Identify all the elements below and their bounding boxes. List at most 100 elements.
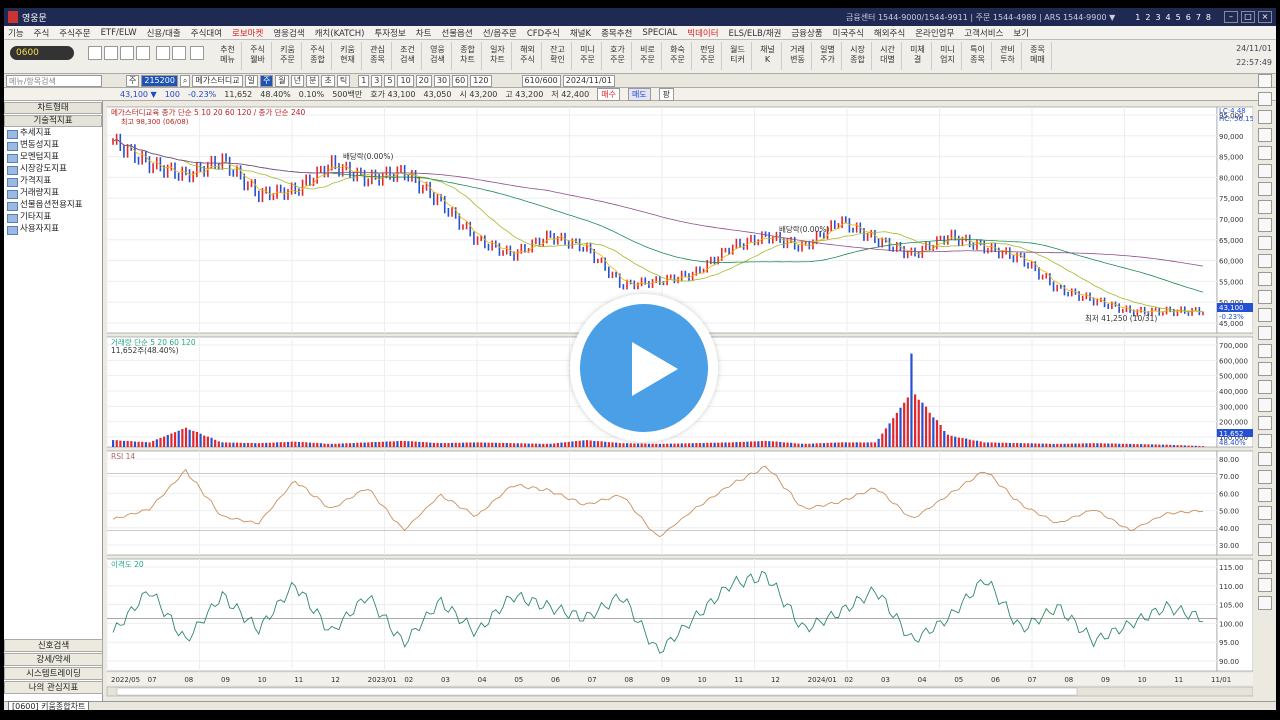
gear-icon[interactable] bbox=[190, 46, 204, 60]
page-2[interactable]: 2 bbox=[1145, 13, 1150, 22]
quick-button[interactable]: 채널 K bbox=[754, 42, 782, 70]
indicator-folder[interactable]: 기타지표 bbox=[4, 211, 102, 223]
period-년[interactable]: 년 bbox=[290, 74, 305, 87]
period-초[interactable]: 초 bbox=[321, 74, 335, 87]
tool-icon[interactable] bbox=[1258, 380, 1272, 394]
page-1[interactable]: 1 bbox=[1135, 13, 1140, 22]
menu-item[interactable]: 영웅검색 bbox=[273, 27, 304, 39]
pencil-icon[interactable] bbox=[104, 46, 118, 60]
tool-icon[interactable] bbox=[1258, 452, 1272, 466]
quick-button[interactable]: 키움 현재 bbox=[334, 42, 362, 70]
indicator-folder[interactable]: 거래량지표 bbox=[4, 187, 102, 199]
tool-icon[interactable] bbox=[1258, 416, 1272, 430]
count-30[interactable]: 30 bbox=[433, 74, 451, 87]
tool-icon[interactable] bbox=[1258, 488, 1272, 502]
quick-button[interactable]: 월드 티커 bbox=[724, 42, 752, 70]
quick-button[interactable]: 추천 메뉴 bbox=[214, 42, 242, 70]
quick-button[interactable]: 키움 주문 bbox=[274, 42, 302, 70]
quick-button[interactable]: 종목 메매 bbox=[1024, 42, 1052, 70]
period-select[interactable]: 주 bbox=[126, 74, 140, 87]
quick-button[interactable]: 시장 종합 bbox=[844, 42, 872, 70]
quick-button[interactable]: 관비 투하 bbox=[994, 42, 1022, 70]
system-trading-button[interactable]: 시스템트레이딩 bbox=[4, 667, 103, 680]
menu-item[interactable]: 주식대여 bbox=[191, 27, 222, 39]
menu-item[interactable]: 금융상품 bbox=[791, 27, 822, 39]
quick-button[interactable]: 거래 변동 bbox=[784, 42, 812, 70]
menu-item[interactable]: 채널K bbox=[570, 27, 591, 39]
tool-icon[interactable] bbox=[1258, 542, 1272, 556]
tool-icon[interactable] bbox=[1258, 506, 1272, 520]
bar-count-input[interactable]: 610/600 bbox=[521, 74, 561, 87]
tool-icon[interactable] bbox=[1258, 128, 1272, 142]
page-4[interactable]: 4 bbox=[1166, 13, 1171, 22]
tool-icon[interactable] bbox=[1258, 308, 1272, 322]
quick-button[interactable]: 호가 주문 bbox=[604, 42, 632, 70]
count-10[interactable]: 10 bbox=[397, 74, 414, 87]
indicator-folder[interactable]: 선물옵션전용지표 bbox=[4, 199, 102, 211]
indicator-folder[interactable]: 추세지표 bbox=[4, 127, 102, 139]
tool-icon[interactable] bbox=[1258, 434, 1272, 448]
indicator-folder[interactable]: 모멘텀지표 bbox=[4, 151, 102, 163]
tool-icon[interactable] bbox=[1258, 200, 1272, 214]
menu-item[interactable]: SPECIAL bbox=[642, 28, 677, 38]
tool-icon[interactable] bbox=[1258, 470, 1272, 484]
menu-search-input[interactable]: 메뉴/항목검색 bbox=[6, 74, 102, 87]
count-3[interactable]: 3 bbox=[371, 74, 383, 87]
stop-icon[interactable] bbox=[172, 46, 186, 60]
lock-icon[interactable] bbox=[120, 46, 134, 60]
sell-button[interactable]: 매도 bbox=[627, 87, 651, 101]
quick-button[interactable]: 미체 결 bbox=[904, 42, 932, 70]
period-월[interactable]: 월 bbox=[275, 74, 289, 87]
minimize-icon[interactable]: – bbox=[1224, 11, 1238, 23]
indicator-folder[interactable]: 가격지표 bbox=[4, 175, 102, 187]
menu-item[interactable]: 종목추천 bbox=[601, 27, 632, 39]
tool-icon[interactable] bbox=[1258, 110, 1272, 124]
quick-button[interactable]: 주식 웰바 bbox=[244, 42, 272, 70]
menu-item[interactable]: 주식주문 bbox=[59, 27, 90, 39]
quick-button[interactable]: 종합 차트 bbox=[454, 42, 482, 70]
my-indicators-button[interactable]: 나의 관심지표 bbox=[4, 681, 103, 694]
folder-icon[interactable] bbox=[88, 46, 102, 60]
tool-icon[interactable] bbox=[1258, 326, 1272, 340]
menu-item[interactable]: 신용/대출 bbox=[147, 27, 181, 39]
tool-icon[interactable] bbox=[1258, 74, 1272, 88]
quick-button[interactable]: 관심 종목 bbox=[364, 42, 392, 70]
menu-item[interactable]: 투자정보 bbox=[374, 27, 405, 39]
tool-icon[interactable] bbox=[1258, 578, 1272, 592]
screen-code-input[interactable]: 0600 bbox=[10, 46, 74, 60]
menu-item[interactable]: 미국주식 bbox=[833, 27, 864, 39]
menu-item[interactable]: 빅데이터 bbox=[687, 27, 718, 39]
buy-button[interactable]: 매수 bbox=[597, 87, 620, 101]
tool-icon[interactable] bbox=[1258, 218, 1272, 232]
menu-item[interactable]: 고객서비스 bbox=[964, 27, 1003, 39]
tool-icon[interactable] bbox=[1258, 182, 1272, 196]
page-3[interactable]: 3 bbox=[1155, 13, 1160, 22]
count-60[interactable]: 60 bbox=[452, 74, 469, 87]
tool-icon[interactable] bbox=[1258, 290, 1272, 304]
tool-icon[interactable] bbox=[1258, 146, 1272, 160]
tool-icon[interactable] bbox=[1258, 344, 1272, 358]
menu-item[interactable]: 기능 bbox=[8, 27, 24, 39]
search-icon[interactable]: ⌕ bbox=[179, 74, 191, 87]
quick-button[interactable]: 일별 주가 bbox=[814, 42, 842, 70]
tab-chart-type[interactable]: 차트형태 bbox=[4, 102, 102, 114]
close-icon[interactable]: × bbox=[1258, 11, 1272, 23]
period-틱[interactable]: 틱 bbox=[336, 74, 351, 87]
tool-icon[interactable] bbox=[1258, 596, 1272, 610]
period-주[interactable]: 주 bbox=[259, 74, 274, 87]
menu-item[interactable]: 선/옵주문 bbox=[483, 27, 517, 39]
count-1[interactable]: 1 bbox=[358, 74, 370, 87]
page-5[interactable]: 5 bbox=[1176, 13, 1181, 22]
quick-button[interactable]: 시간 대별 bbox=[874, 42, 902, 70]
restore-icon[interactable]: □ bbox=[1241, 11, 1255, 23]
period-일[interactable]: 일 bbox=[244, 74, 258, 87]
menu-item[interactable]: 보기 bbox=[1013, 27, 1029, 39]
menu-item[interactable]: 로보마켓 bbox=[232, 27, 263, 39]
period-분[interactable]: 분 bbox=[306, 74, 320, 87]
quick-button[interactable]: 주식 종합 bbox=[304, 42, 332, 70]
quick-button[interactable]: 조건 검색 bbox=[394, 42, 422, 70]
quick-button[interactable]: 특이 종목 bbox=[964, 42, 992, 70]
signal-search-button[interactable]: 신호검색 bbox=[4, 639, 103, 652]
tool-icon[interactable] bbox=[1258, 398, 1272, 412]
indicator-folder[interactable]: 사용자지표 bbox=[4, 223, 102, 235]
